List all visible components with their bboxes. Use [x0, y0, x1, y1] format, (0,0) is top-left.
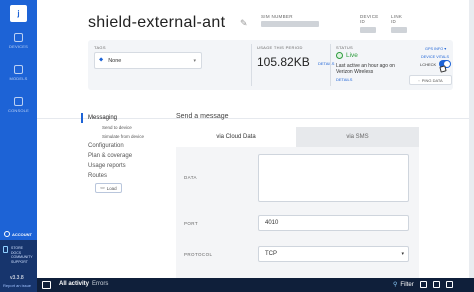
device-id-label: DEVICE ID: [360, 14, 379, 24]
link-id-label: LINK ID: [391, 14, 403, 24]
sidebar-item-label: MODELS: [9, 76, 28, 81]
menu-item-usage-reports[interactable]: Usage reports: [88, 161, 168, 171]
protocol-value: TCP: [265, 251, 277, 257]
load-label: Load: [106, 185, 117, 191]
live-icon: [336, 52, 343, 59]
link-id-value: [391, 27, 407, 33]
community-link[interactable]: COMMUNITY: [11, 255, 33, 260]
sidebar-account[interactable]: ACCOUNT: [0, 228, 37, 237]
device-menu: Messaging Send to device Simulate from d…: [81, 113, 168, 193]
ping-data-label: PING DATA: [421, 77, 443, 83]
tags-select[interactable]: ⬥ None ▾: [94, 52, 202, 69]
status-label: STATUS: [336, 45, 353, 50]
status-badge: Live: [336, 52, 358, 59]
chevron-down-icon: ▾: [193, 57, 196, 64]
device-info-panel: TAGS ⬥ None ▾ USAGE THIS PERIOD 105.82KB…: [88, 40, 453, 90]
filter-label: Filter: [400, 281, 414, 288]
sidebar-item-models[interactable]: MODELS: [0, 57, 37, 89]
store-icon: [3, 246, 8, 253]
sim-number-value: [261, 21, 319, 27]
device-header: shield-external-ant ✎ SIM NUMBER DEVICE …: [37, 0, 474, 120]
chevron-down-icon: ▾: [401, 251, 404, 257]
models-icon: [14, 65, 23, 74]
sidebar-nav: DEVICES MODELS CONSOLE: [0, 25, 37, 121]
filter-icon: ⚲: [393, 282, 398, 288]
gps-info-label: GPS INFO: [425, 47, 444, 51]
menu-item-routes[interactable]: Routes: [88, 171, 168, 181]
protocol-select[interactable]: TCP ▾: [258, 246, 409, 262]
app-logo[interactable]: j: [10, 5, 27, 22]
page-scrollbar[interactable]: [469, 0, 474, 278]
usage-details-link[interactable]: DETAILS: [318, 61, 334, 66]
status-details-link[interactable]: DETAILS: [336, 77, 352, 82]
status-description: Last active an hour ago on Verizon Wirel…: [336, 63, 395, 75]
console-icon: [14, 97, 23, 106]
account-icon: [4, 231, 10, 237]
page-title: shield-external-ant: [88, 14, 226, 31]
tab-cloud-data[interactable]: via Cloud Data: [176, 127, 296, 147]
menu-sub-simulate-from-device[interactable]: Simulate from device: [88, 132, 168, 141]
divider: [251, 44, 252, 86]
message-form: DATA PORT 4010 PROTOCOL TCP ▾: [176, 147, 419, 292]
edit-icon[interactable]: ✎: [240, 18, 248, 29]
menu-item-configuration[interactable]: Configuration: [88, 141, 168, 151]
status-live-text: Live: [346, 52, 358, 59]
sim-number-label: SIM NUMBER: [261, 14, 293, 19]
menu-item-plan-coverage[interactable]: Plan & coverage: [88, 151, 168, 161]
devices-icon: [14, 33, 23, 42]
menu-item-messaging[interactable]: Messaging: [81, 113, 168, 123]
expand-icon[interactable]: [420, 281, 427, 288]
ping-data-button[interactable]: ◦ PING DATA: [409, 75, 452, 85]
ping-icon: ◦: [418, 77, 420, 83]
device-id-value: [360, 27, 376, 33]
sidebar-links: STORE DOCS COMMUNITY SUPPORT: [11, 246, 33, 264]
tags-value: None: [108, 57, 122, 64]
usage-value: 105.82KB: [257, 55, 310, 69]
load-icon: ▭: [100, 185, 105, 190]
report-issue-link[interactable]: Report an issue: [3, 283, 31, 288]
popout-icon[interactable]: [433, 281, 440, 288]
sidebar-item-devices[interactable]: DEVICES: [0, 25, 37, 57]
sidebar-item-console[interactable]: CONSOLE: [0, 89, 37, 121]
data-label: DATA: [184, 175, 197, 180]
tab-sms[interactable]: via SMS: [296, 127, 419, 147]
activity-bar-icons: [420, 281, 453, 288]
sidebar-item-label: DEVICES: [9, 44, 28, 49]
all-activity-tab[interactable]: All activity: [59, 281, 89, 287]
support-link[interactable]: SUPPORT: [11, 260, 33, 265]
lcheck-label: LCHECK: [420, 62, 437, 67]
sidebar-item-label: CONSOLE: [8, 108, 29, 113]
data-textarea[interactable]: [258, 154, 409, 202]
send-message-title: Send a message: [176, 113, 229, 120]
mouse-cursor-icon: [439, 65, 447, 73]
tag-icon: ⬥: [99, 57, 104, 63]
account-label: ACCOUNT: [12, 231, 32, 237]
protocol-label: PROTOCOL: [184, 252, 213, 257]
port-input[interactable]: 4010: [258, 215, 409, 231]
minimize-icon[interactable]: [446, 281, 453, 288]
activity-icon[interactable]: [42, 281, 51, 289]
divider: [330, 44, 331, 86]
port-label: PORT: [184, 221, 199, 226]
load-button[interactable]: ▭ Load: [95, 183, 122, 193]
gps-info-link[interactable]: GPS INFO ▾: [425, 46, 446, 51]
device-vitals-link[interactable]: DEVICE VITALS: [421, 55, 449, 59]
activity-bar: All activity Errors ⚲ Filter: [37, 278, 474, 292]
message-card: via Cloud Data via SMS DATA PORT 4010 PR…: [176, 127, 419, 292]
menu-sub-send-to-device[interactable]: Send to device: [88, 123, 168, 132]
usage-label: USAGE THIS PERIOD: [257, 45, 303, 50]
version-label: v3.3.8: [10, 275, 24, 281]
filter-button[interactable]: ⚲ Filter: [393, 281, 414, 289]
tags-label: TAGS: [94, 45, 106, 50]
errors-tab[interactable]: Errors: [92, 281, 108, 287]
